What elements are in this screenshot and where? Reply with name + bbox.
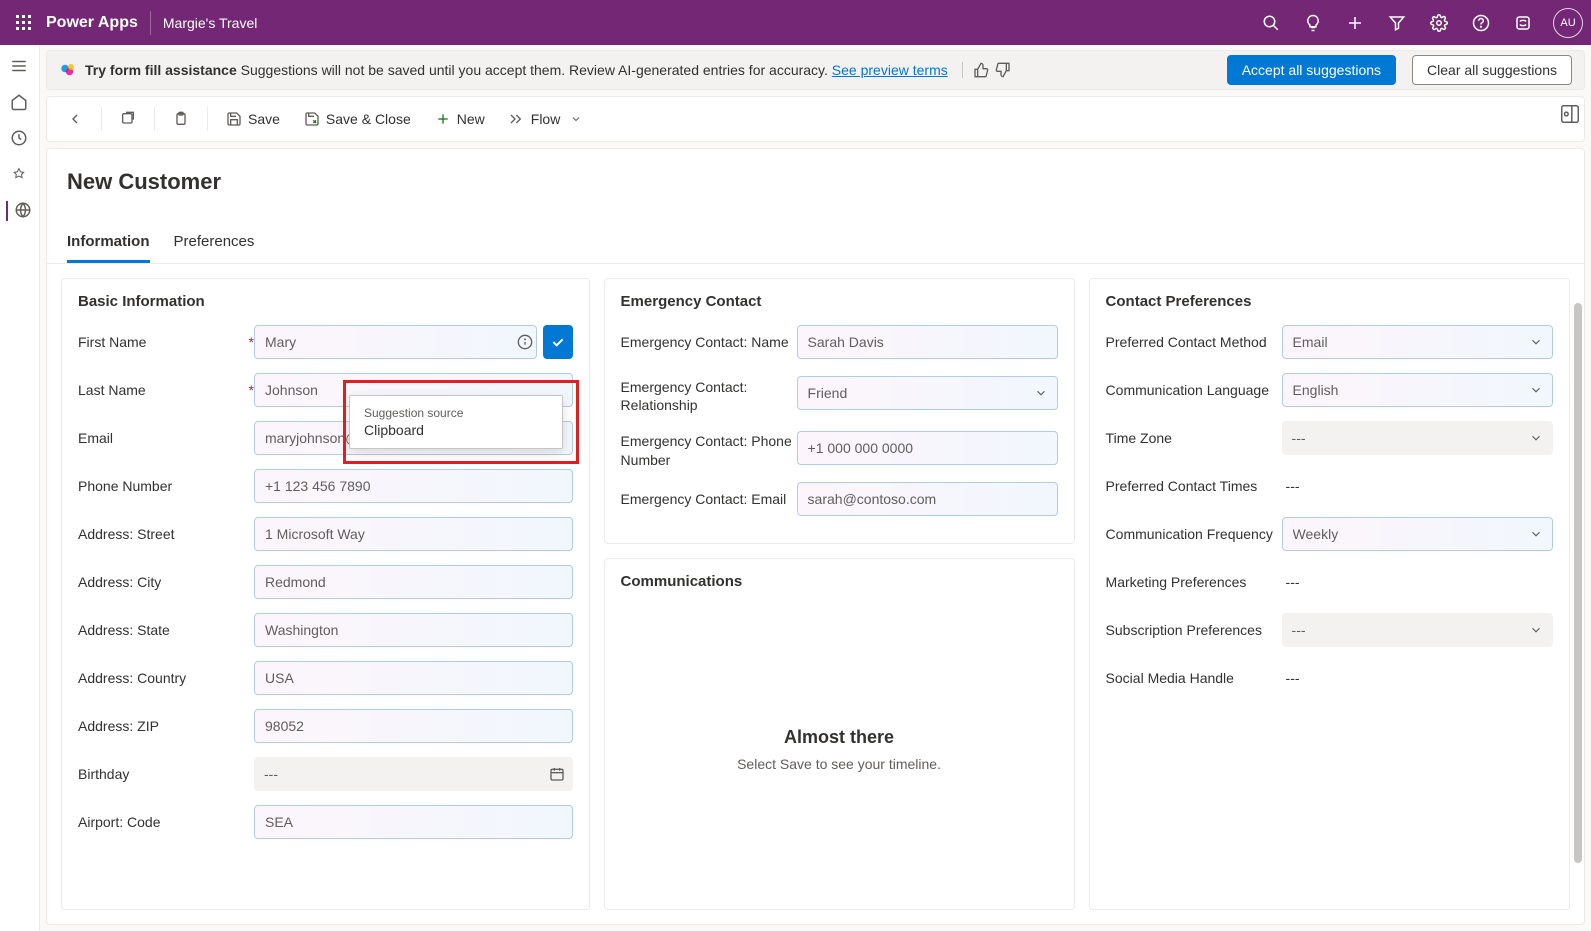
- emergency-contact-section: Emergency Contact Emergency Contact: Nam…: [604, 278, 1075, 544]
- emergency-email-input[interactable]: [797, 482, 1058, 516]
- banner-title: Try form fill assistance: [85, 62, 237, 78]
- command-bar: Save Save & Close New Flow: [46, 96, 1585, 142]
- save-button[interactable]: Save: [216, 105, 290, 133]
- waffle-icon[interactable]: [8, 7, 40, 39]
- help-icon[interactable]: [1463, 5, 1499, 41]
- birthday-input[interactable]: [254, 757, 573, 791]
- search-icon[interactable]: [1253, 5, 1289, 41]
- contact-method-select[interactable]: [1282, 325, 1553, 359]
- filter-icon[interactable]: [1379, 5, 1415, 41]
- emergency-name-input[interactable]: [797, 325, 1058, 359]
- street-input[interactable]: [254, 517, 573, 551]
- basic-info-section: Basic Information First Name* Last Name*: [61, 278, 590, 910]
- emergency-phone-input[interactable]: [797, 431, 1058, 465]
- tab-preferences[interactable]: Preferences: [174, 223, 255, 263]
- left-rail: [0, 45, 40, 931]
- save-close-button[interactable]: Save & Close: [294, 105, 421, 133]
- banner-feedback: [962, 62, 1011, 78]
- info-icon[interactable]: [517, 334, 533, 350]
- city-input[interactable]: [254, 565, 573, 599]
- plus-icon[interactable]: [1337, 5, 1373, 41]
- pin-icon[interactable]: [10, 165, 30, 185]
- clear-all-button[interactable]: Clear all suggestions: [1412, 55, 1572, 85]
- accept-suggestion-button[interactable]: [543, 325, 573, 359]
- thumbs-down-icon[interactable]: [995, 62, 1011, 78]
- see-preview-terms-link[interactable]: See preview terms: [832, 62, 948, 78]
- thumbs-up-icon[interactable]: [973, 62, 989, 78]
- timeline-empty-subtitle: Select Save to see your timeline.: [737, 756, 941, 772]
- section-title-basic: Basic Information: [78, 293, 573, 310]
- copilot-logo-icon: [59, 61, 77, 79]
- communications-section: Communications Almost there Select Save …: [604, 558, 1075, 910]
- lightbulb-icon[interactable]: [1295, 5, 1331, 41]
- avatar[interactable]: AU: [1553, 8, 1583, 38]
- copilot-header-icon[interactable]: [1505, 5, 1541, 41]
- tab-information[interactable]: Information: [67, 223, 150, 263]
- airport-code-input[interactable]: [254, 805, 573, 839]
- copilot-panel-toggle-icon[interactable]: [1559, 103, 1583, 127]
- social-handle-value[interactable]: ---: [1282, 670, 1300, 686]
- state-input[interactable]: [254, 613, 573, 647]
- new-button[interactable]: New: [425, 105, 495, 133]
- contact-preferences-section: Contact Preferences Preferred Contact Me…: [1089, 278, 1570, 910]
- suggestion-source-tooltip: Suggestion source Clipboard: [349, 395, 563, 449]
- form-fill-banner: Try form fill assistance Suggestions wil…: [46, 50, 1585, 90]
- app-header: Power Apps Margie's Travel AU: [0, 0, 1591, 45]
- clipboard-button[interactable]: [163, 105, 199, 133]
- back-button[interactable]: [57, 105, 93, 133]
- comm-language-select[interactable]: [1282, 373, 1553, 407]
- preferred-times-value[interactable]: ---: [1282, 478, 1300, 494]
- page-title: New Customer: [67, 169, 1564, 195]
- hamburger-icon[interactable]: [10, 57, 30, 77]
- gear-icon[interactable]: [1421, 5, 1457, 41]
- zip-input[interactable]: [254, 709, 573, 743]
- tooltip-label: Suggestion source: [364, 406, 548, 420]
- recent-icon[interactable]: [10, 129, 30, 149]
- open-new-window-button[interactable]: [110, 105, 146, 133]
- flow-button[interactable]: Flow: [499, 105, 593, 133]
- first-name-input[interactable]: [254, 325, 537, 359]
- accept-all-button[interactable]: Accept all suggestions: [1227, 55, 1396, 85]
- country-input[interactable]: [254, 661, 573, 695]
- globe-icon[interactable]: [6, 201, 26, 221]
- app-name: Power Apps: [46, 14, 138, 32]
- emergency-relationship-select[interactable]: [797, 376, 1058, 410]
- timeline-empty-title: Almost there: [784, 727, 894, 748]
- phone-input[interactable]: [254, 469, 573, 503]
- banner-text: Suggestions will not be saved until you …: [237, 62, 832, 78]
- subscription-select[interactable]: [1282, 613, 1553, 647]
- calendar-icon[interactable]: [549, 766, 565, 782]
- tooltip-value: Clipboard: [364, 422, 548, 438]
- timezone-select[interactable]: [1282, 421, 1553, 455]
- home-icon[interactable]: [10, 93, 30, 113]
- environment-name[interactable]: Margie's Travel: [163, 15, 257, 31]
- header-divider: [150, 11, 151, 35]
- marketing-value[interactable]: ---: [1282, 574, 1300, 590]
- scrollbar[interactable]: [1574, 303, 1582, 863]
- comm-frequency-select[interactable]: [1282, 517, 1553, 551]
